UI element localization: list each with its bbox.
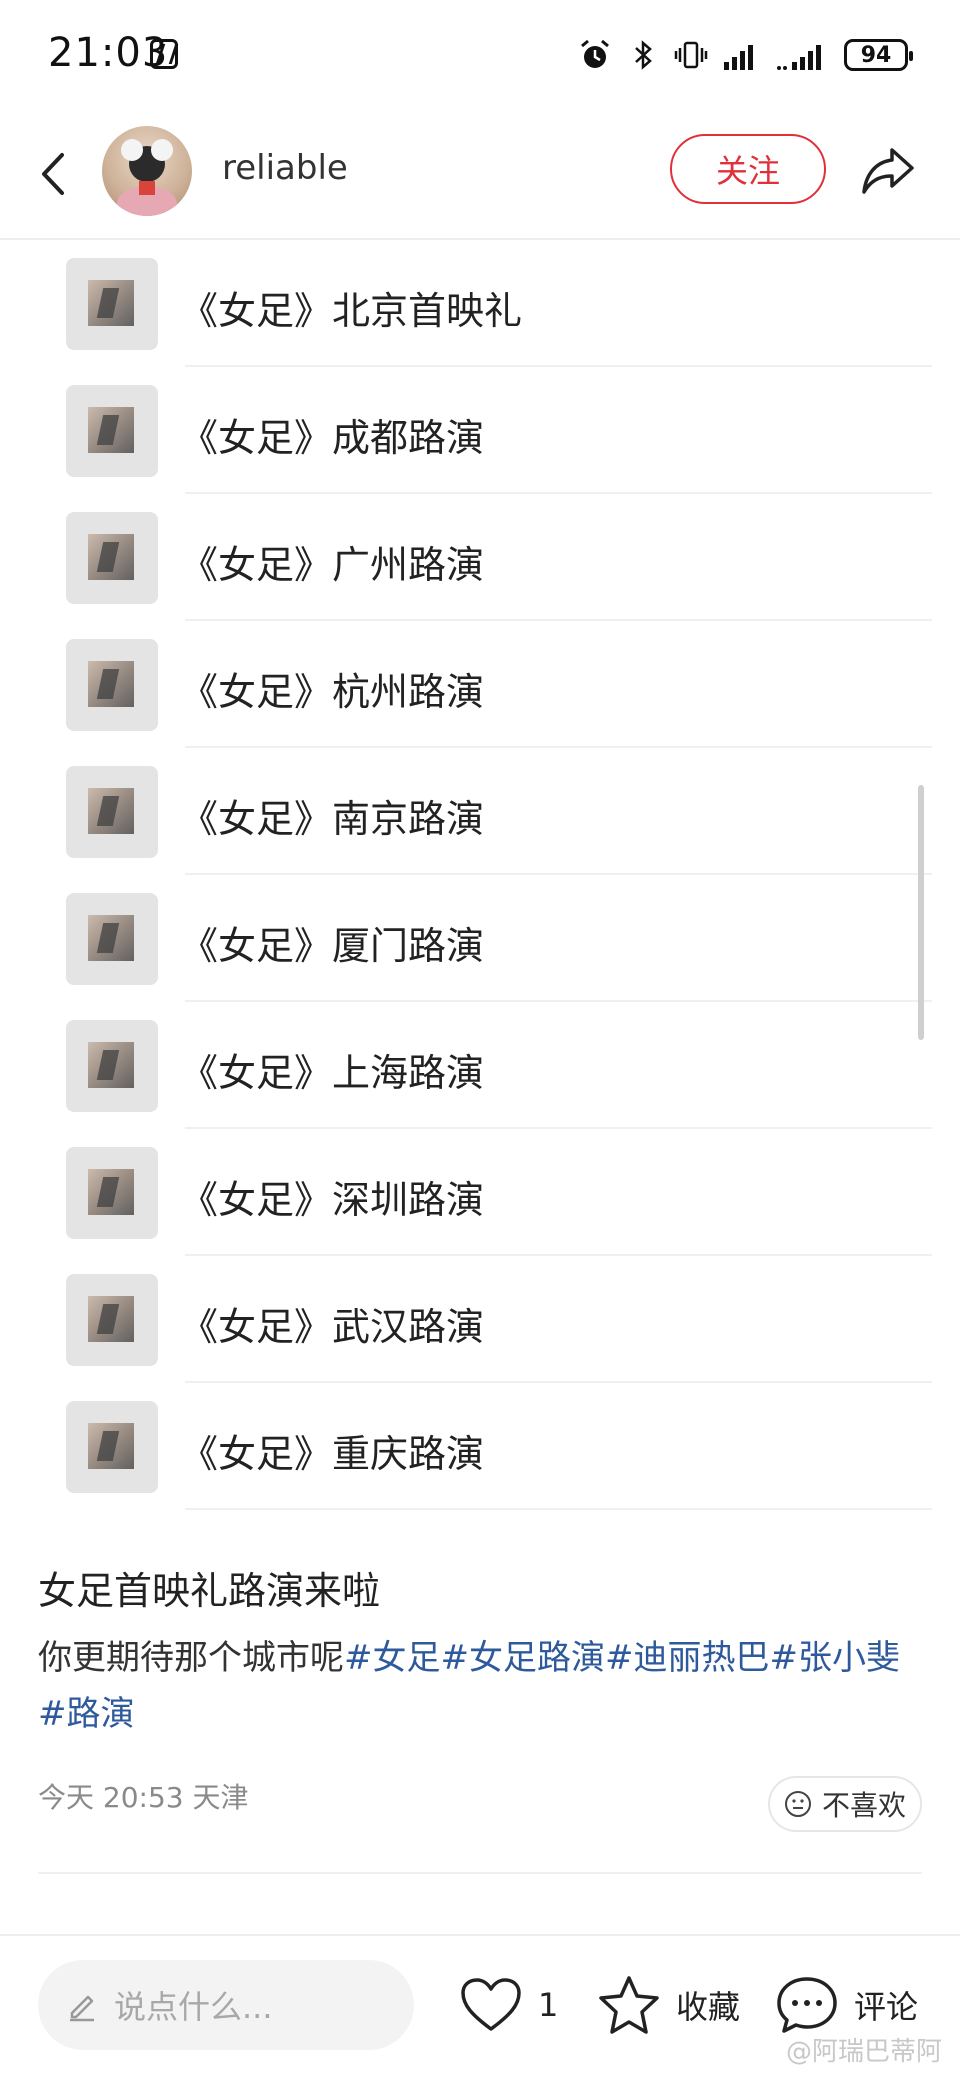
follow-button[interactable]: 关注 — [670, 134, 826, 204]
video-thumbnail — [66, 1020, 158, 1112]
post-location: 天津 — [192, 1781, 249, 1814]
divider — [185, 1000, 932, 1002]
divider — [185, 873, 932, 875]
divider — [185, 1254, 932, 1256]
list-item[interactable]: 《女足》广州路演 — [0, 506, 960, 633]
like-button[interactable]: 1 — [458, 1960, 558, 2050]
comment-label: 评论 — [854, 1988, 919, 2026]
video-thumbnail — [66, 258, 158, 350]
avatar[interactable] — [102, 126, 192, 216]
video-thumbnail — [66, 512, 158, 604]
video-thumbnail — [66, 1274, 158, 1366]
signal-icon — [724, 45, 753, 70]
nfc-icon — [150, 39, 178, 69]
video-title: 《女足》重庆路演 — [180, 1432, 485, 1476]
post-time: 今天 20:53 — [38, 1781, 184, 1814]
share-button[interactable] — [858, 140, 918, 200]
video-thumbnail — [66, 893, 158, 985]
bottom-action-bar: 说点什么... 1 收藏 评论 @阿瑞巴蒂阿 — [0, 1934, 960, 2074]
list-item[interactable]: 《女足》武汉路演 — [0, 1268, 960, 1395]
chat-bubble-icon — [777, 1977, 837, 2033]
hashtag[interactable]: #路演 — [38, 1694, 135, 1734]
favorite-label: 收藏 — [676, 1988, 741, 2026]
video-title: 《女足》杭州路演 — [180, 670, 485, 714]
list-item[interactable]: 《女足》南京路演 — [0, 760, 960, 887]
video-thumbnail — [66, 385, 158, 477]
video-thumbnail — [66, 1147, 158, 1239]
video-thumbnail — [66, 1401, 158, 1493]
hashtag[interactable]: #迪丽热巴 — [605, 1638, 770, 1678]
video-thumbnail — [66, 639, 158, 731]
post-body: 你更期待那个城市呢#女足#女足路演#迪丽热巴#张小斐 #路演 — [38, 1630, 918, 1742]
bluetooth-icon — [635, 40, 652, 70]
list-item[interactable]: 《女足》杭州路演 — [0, 633, 960, 760]
signal-icon-2 — [777, 45, 821, 70]
post-text: 你更期待那个城市呢 — [38, 1638, 344, 1678]
hashtag[interactable]: #女足路演 — [441, 1638, 606, 1678]
heart-icon — [461, 1978, 521, 2031]
divider — [185, 492, 932, 494]
back-icon — [42, 153, 64, 195]
dislike-button[interactable]: 不喜欢 — [768, 1776, 922, 1832]
video-title: 《女足》南京路演 — [180, 797, 485, 841]
list-item[interactable]: 《女足》成都路演 — [0, 379, 960, 506]
divider — [185, 619, 932, 621]
list-item[interactable]: 《女足》重庆路演 — [0, 1395, 960, 1522]
comment-input[interactable]: 说点什么... — [38, 1960, 414, 2050]
video-thumbnail — [66, 766, 158, 858]
scrollbar[interactable] — [918, 785, 924, 1040]
status-bar: 21:03 94 — [0, 0, 960, 110]
post-header: reliable 关注 — [0, 110, 960, 240]
divider — [185, 1127, 932, 1129]
list-item[interactable]: 《女足》深圳路演 — [0, 1141, 960, 1268]
favorite-button[interactable]: 收藏 — [596, 1960, 740, 2050]
list-item[interactable]: 《女足》上海路演 — [0, 1014, 960, 1141]
video-title: 《女足》上海路演 — [180, 1051, 485, 1095]
avatar-image — [117, 139, 177, 216]
list-item[interactable]: 《女足》厦门路演 — [0, 887, 960, 1014]
share-icon — [862, 148, 914, 194]
battery-indicator: 94 — [844, 39, 913, 71]
video-title: 《女足》厦门路演 — [180, 924, 485, 968]
hashtag[interactable]: #女足 — [344, 1638, 441, 1678]
vibrate-icon — [674, 41, 708, 69]
video-title: 《女足》深圳路演 — [180, 1178, 485, 1222]
star-icon — [599, 1976, 659, 2034]
post-meta: 今天 20:53 天津 — [38, 1776, 249, 1816]
video-title: 《女足》广州路演 — [180, 543, 485, 587]
divider — [185, 1381, 932, 1383]
comment-placeholder: 说点什么... — [114, 1988, 273, 2026]
neutral-face-icon — [784, 1791, 811, 1817]
divider — [185, 365, 932, 367]
video-title: 《女足》武汉路演 — [180, 1305, 485, 1349]
divider — [38, 1872, 922, 1874]
video-title: 《女足》成都路演 — [180, 416, 485, 460]
username[interactable]: reliable — [222, 148, 348, 188]
video-title: 《女足》北京首映礼 — [180, 289, 523, 333]
divider — [185, 746, 932, 748]
dislike-label: 不喜欢 — [821, 1789, 906, 1822]
status-icons: 94 — [578, 30, 913, 80]
watermark: @阿瑞巴蒂阿 — [785, 2037, 942, 2067]
alarm-icon — [581, 39, 609, 68]
hashtag[interactable]: #张小斐 — [770, 1638, 901, 1678]
divider — [185, 1508, 932, 1510]
post-title: 女足首映礼路演来啦 — [38, 1569, 381, 1613]
list-item[interactable]: 《女足》北京首映礼 — [0, 252, 960, 379]
pencil-icon — [70, 1995, 94, 2022]
like-count: 1 — [538, 1986, 559, 2024]
back-button[interactable] — [28, 142, 78, 206]
